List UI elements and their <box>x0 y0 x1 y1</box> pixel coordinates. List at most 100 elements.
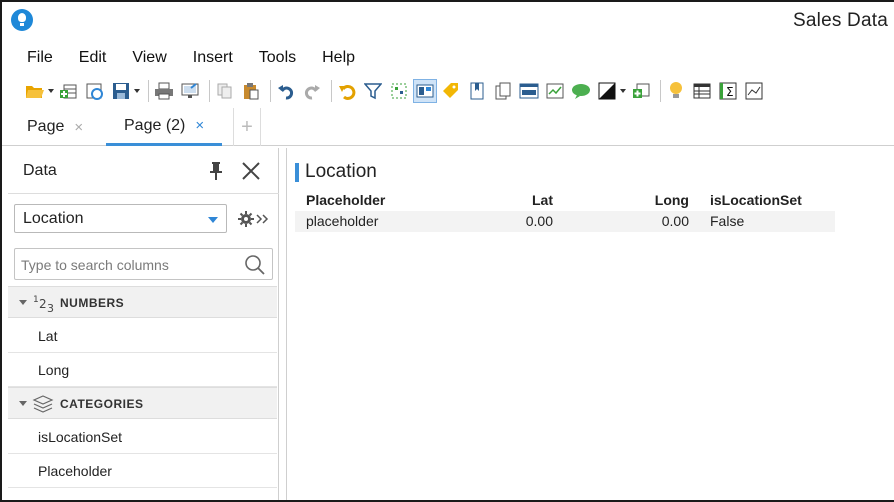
table-cell: False <box>710 213 745 229</box>
table-cell: placeholder <box>306 213 379 229</box>
menu-help[interactable]: Help <box>322 45 355 71</box>
select-icon[interactable] <box>388 80 410 102</box>
data-panel-header: Data <box>8 148 279 194</box>
field-label: Placeholder <box>38 463 112 479</box>
chart-icon[interactable] <box>544 80 566 102</box>
toolbar-separator <box>148 80 149 102</box>
print-icon[interactable] <box>153 80 175 102</box>
field-item-long[interactable]: Long <box>8 353 277 387</box>
menu-view[interactable]: View <box>132 45 166 71</box>
save-dropdown-icon[interactable] <box>133 80 141 102</box>
toolbar-separator <box>270 80 271 102</box>
field-label: Long <box>38 362 70 378</box>
table-header: Placeholder Lat Long isLocationSet <box>295 190 835 211</box>
save-icon[interactable] <box>110 80 132 102</box>
svg-text:Σ: Σ <box>726 85 734 99</box>
table-icon[interactable] <box>691 80 713 102</box>
close-icon[interactable]: × <box>74 119 83 136</box>
open-dropdown-icon[interactable] <box>47 80 55 102</box>
data-panel-title: Data <box>23 162 57 179</box>
paste-icon[interactable] <box>240 80 262 102</box>
table-cell: 0.00 <box>661 213 689 229</box>
title-accent-bar <box>295 162 299 182</box>
undo-icon[interactable] <box>275 80 297 102</box>
pin-icon[interactable] <box>208 161 224 181</box>
toolbar-separator <box>209 80 210 102</box>
copy-icon[interactable] <box>214 80 236 102</box>
svg-text:1: 1 <box>33 295 39 305</box>
app-logo-icon <box>11 9 33 31</box>
search-icon[interactable] <box>244 254 266 276</box>
http-icon[interactable] <box>518 80 540 102</box>
column-search-field[interactable] <box>14 248 273 280</box>
canvas-area: Location Placeholder Lat Long isLocation… <box>286 148 894 500</box>
sum-icon[interactable]: Σ <box>717 80 739 102</box>
field-item-islocationset[interactable]: isLocationSet <box>8 420 277 454</box>
categories-icon <box>32 394 54 414</box>
tag-icon[interactable] <box>440 80 462 102</box>
bookmark-icon[interactable] <box>466 80 488 102</box>
group-label: CATEGORIES <box>60 397 144 411</box>
numbers-icon: 123 <box>32 293 60 315</box>
insights-icon[interactable] <box>665 80 687 102</box>
menu-edit[interactable]: Edit <box>79 45 107 71</box>
new-visual-icon[interactable] <box>630 80 652 102</box>
visual-title[interactable]: Location <box>295 161 377 183</box>
table-cell: 0.00 <box>525 213 553 229</box>
add-page-button[interactable]: + <box>233 108 261 146</box>
menu-insert[interactable]: Insert <box>193 45 233 71</box>
title-bar: Sales Data <box>2 2 894 40</box>
table-row[interactable]: placeholder 0.00 0.00 False <box>295 211 835 232</box>
gear-icon[interactable] <box>237 208 271 230</box>
page-tab-bar: Page × Page (2) × + <box>2 108 894 146</box>
contrast-dropdown-icon[interactable] <box>619 80 627 102</box>
window-title: Sales Data <box>793 10 888 31</box>
add-data-icon[interactable] <box>58 80 80 102</box>
search-input[interactable] <box>21 255 236 275</box>
field-item-placeholder[interactable]: Placeholder <box>8 454 277 488</box>
close-icon[interactable]: × <box>195 117 204 134</box>
collapse-arrow-icon[interactable] <box>19 300 27 305</box>
export-icon[interactable] <box>179 80 201 102</box>
contrast-icon[interactable] <box>596 80 618 102</box>
toolbar: Σ <box>2 75 894 107</box>
group-header-categories[interactable]: CATEGORIES <box>8 387 277 419</box>
field-item-lat[interactable]: Lat <box>8 319 277 353</box>
chevron-down-icon <box>208 217 218 223</box>
visual-title-text: Location <box>305 161 377 182</box>
data-source-select[interactable]: Location <box>14 204 227 233</box>
close-icon[interactable] <box>240 160 262 182</box>
group-header-numbers[interactable]: 123 NUMBERS <box>8 286 277 318</box>
column-header[interactable]: Placeholder <box>306 192 385 208</box>
tab-label: Page (2) <box>124 116 186 134</box>
refresh-icon[interactable] <box>84 80 106 102</box>
data-source-value: Location <box>23 210 84 227</box>
layout-icon[interactable] <box>413 79 437 103</box>
svg-text:2: 2 <box>39 297 47 311</box>
data-panel: Data Location 123 NUM <box>8 148 279 500</box>
column-header[interactable]: Long <box>655 192 689 208</box>
column-header[interactable]: Lat <box>532 192 553 208</box>
menu-bar: File Edit View Insert Tools Help <box>2 45 894 71</box>
column-header[interactable]: isLocationSet <box>710 192 802 208</box>
tab-page-2[interactable]: Page (2) × <box>106 108 223 146</box>
field-label: Lat <box>38 328 58 344</box>
group-label: NUMBERS <box>60 296 125 310</box>
data-table[interactable]: Placeholder Lat Long isLocationSet place… <box>295 190 835 232</box>
toolbar-separator <box>331 80 332 102</box>
menu-tools[interactable]: Tools <box>259 45 296 71</box>
menu-file[interactable]: File <box>27 45 53 71</box>
pages-icon[interactable] <box>492 80 514 102</box>
toolbar-separator <box>660 80 661 102</box>
collapse-arrow-icon[interactable] <box>19 401 27 406</box>
field-label: isLocationSet <box>38 429 123 445</box>
redo-icon[interactable] <box>301 80 323 102</box>
comment-icon[interactable] <box>570 80 592 102</box>
tab-page[interactable]: Page × <box>27 108 83 146</box>
chart-line-icon[interactable] <box>743 80 765 102</box>
open-folder-icon[interactable] <box>24 80 46 102</box>
reset-icon[interactable] <box>336 80 358 102</box>
svg-text:3: 3 <box>47 302 54 313</box>
tab-label: Page <box>27 118 65 135</box>
filter-icon[interactable] <box>362 80 384 102</box>
